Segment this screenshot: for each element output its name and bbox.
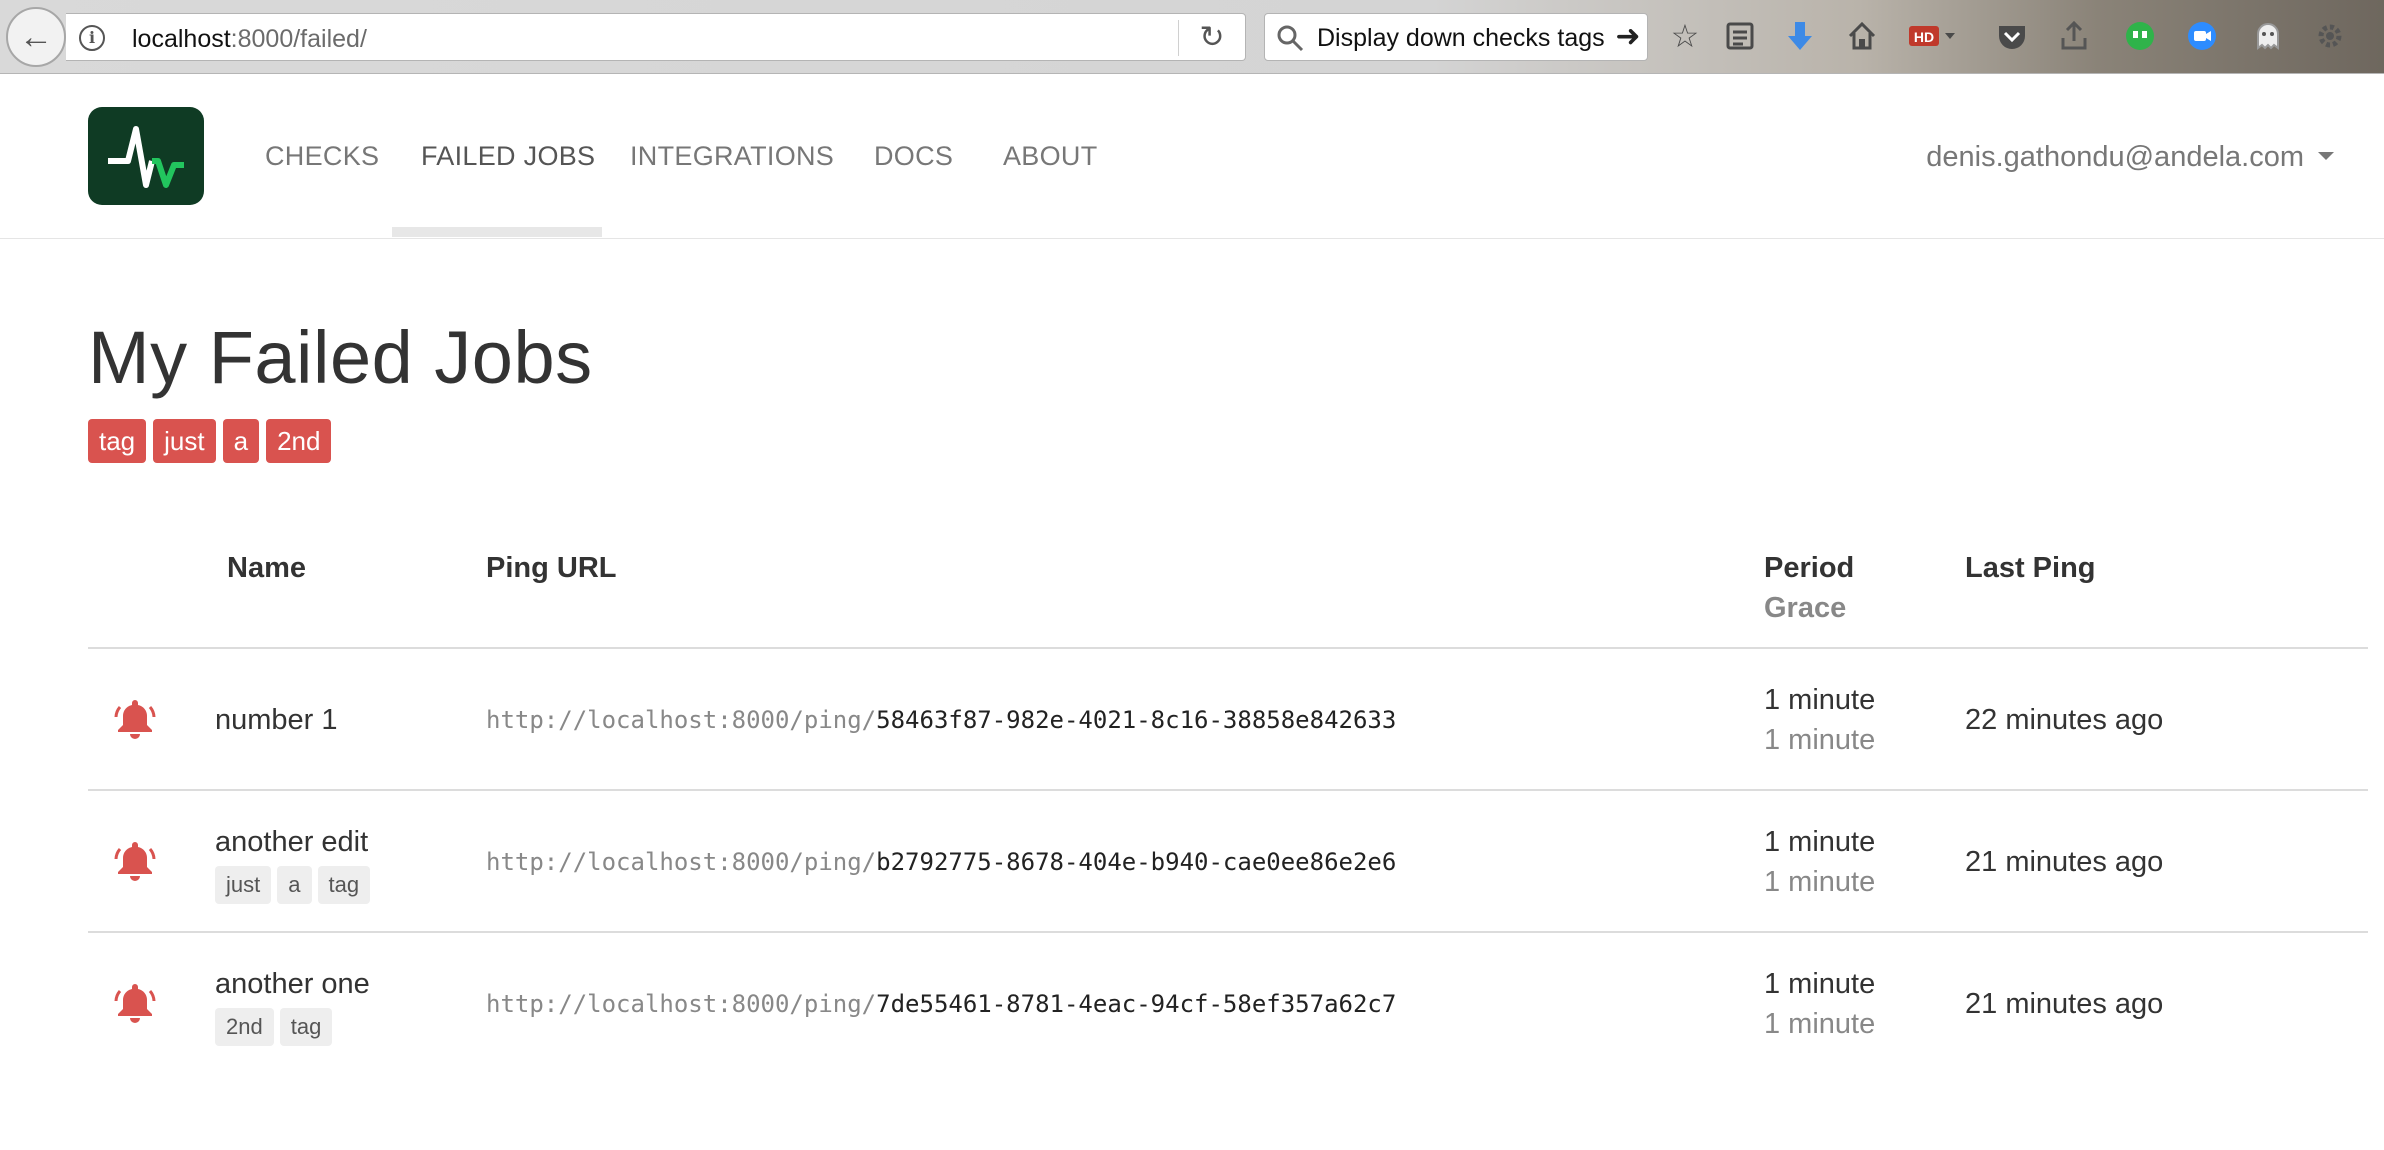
user-email: denis.gathondu@andela.com (1926, 141, 2304, 173)
check-tag: just (215, 866, 272, 904)
table-header-divider (88, 647, 2368, 649)
zoom-icon[interactable] (2180, 14, 2224, 58)
nav-checks[interactable]: CHECKS (265, 141, 379, 172)
column-header-period: Period (1764, 552, 1855, 584)
column-header-ping-url: Ping URL (486, 552, 617, 584)
nav-integrations[interactable]: INTEGRATIONS (630, 141, 834, 172)
page-title: My Failed Jobs (88, 316, 593, 399)
bell-icon (114, 842, 156, 881)
period-value: 1 minute (1764, 968, 1876, 1000)
check-name[interactable]: another edit (215, 826, 368, 859)
browser-toolbar: ← i localhost:8000/failed/ ↻ Display dow… (0, 0, 2384, 74)
column-header-name: Name (227, 552, 306, 584)
period-value: 1 minute (1764, 684, 1876, 716)
tag-filter[interactable]: 2nd (266, 419, 332, 463)
download-icon[interactable] (1778, 14, 1822, 58)
ping-url[interactable]: http://localhost:8000/ping/7de55461-8781… (486, 990, 1396, 1018)
site-info-icon[interactable]: i (79, 25, 105, 51)
address-bar[interactable]: i localhost:8000/failed/ ↻ (66, 13, 1246, 61)
pulse-logo-icon (108, 126, 184, 188)
column-header-last-ping: Last Ping (1965, 552, 2096, 584)
bell-icon (114, 700, 156, 739)
check-name[interactable]: number 1 (215, 704, 338, 737)
table-row[interactable]: another edit just a tag http://localhost… (88, 792, 2368, 932)
nav-active-indicator (392, 227, 602, 237)
reload-icon[interactable]: ↻ (1194, 20, 1230, 56)
user-menu[interactable]: denis.gathondu@andela.com (1926, 141, 2334, 174)
table-row[interactable]: number 1 http://localhost:8000/ping/5846… (88, 650, 2368, 790)
ping-url[interactable]: http://localhost:8000/ping/58463f87-982e… (486, 706, 1396, 734)
table-row[interactable]: another one 2nd tag http://localhost:800… (88, 934, 2368, 1074)
hangouts-icon[interactable] (2118, 14, 2162, 58)
reading-list-icon[interactable] (1718, 14, 1762, 58)
url-separator (1178, 20, 1179, 56)
check-tag: 2nd (215, 1008, 274, 1046)
back-button[interactable]: ← (6, 7, 66, 67)
search-input[interactable]: Display down checks tags (1317, 24, 1617, 53)
ghost-icon[interactable] (2246, 14, 2290, 58)
tag-filter[interactable]: just (153, 419, 216, 463)
grace-value: 1 minute (1764, 1008, 1876, 1040)
share-icon[interactable] (2052, 14, 2096, 58)
last-ping-value: 22 minutes ago (1965, 704, 2164, 736)
bell-icon (114, 984, 156, 1023)
healthchecks-logo[interactable] (88, 107, 204, 205)
tag-filter[interactable]: a (222, 419, 260, 463)
tag-filter[interactable]: tag (88, 419, 147, 463)
nav-docs[interactable]: DOCS (874, 141, 953, 172)
caret-down-icon (2318, 152, 2334, 161)
search-bar[interactable]: Display down checks tags ➜ (1264, 13, 1648, 61)
check-tags: just a tag (215, 866, 371, 904)
search-icon (1277, 25, 1304, 52)
period-value: 1 minute (1764, 826, 1876, 858)
nav-about[interactable]: ABOUT (1003, 141, 1098, 172)
settings-icon[interactable] (2308, 14, 2352, 58)
url-text[interactable]: localhost:8000/failed/ (132, 25, 367, 54)
star-icon[interactable]: ☆ (1663, 14, 1707, 58)
pocket-icon[interactable] (1990, 14, 2034, 58)
check-tag: a (277, 866, 312, 904)
nav-failed-jobs[interactable]: FAILED JOBS (421, 141, 595, 172)
check-tag: tag (279, 1008, 333, 1046)
app-navbar: CHECKS FAILED JOBS INTEGRATIONS DOCS ABO… (0, 75, 2384, 239)
check-name[interactable]: another one (215, 968, 370, 1001)
last-ping-value: 21 minutes ago (1965, 988, 2164, 1020)
svg-text:HD: HD (1914, 29, 1934, 45)
tag-filter-list: tag just a 2nd (88, 419, 332, 463)
grace-value: 1 minute (1764, 724, 1876, 756)
row-divider (88, 789, 2368, 791)
search-go-icon[interactable]: ➜ (1611, 18, 1645, 58)
row-divider (88, 931, 2368, 933)
last-ping-value: 21 minutes ago (1965, 846, 2164, 878)
check-tags: 2nd tag (215, 1008, 333, 1046)
column-header-grace: Grace (1764, 592, 1847, 624)
home-icon[interactable] (1840, 14, 1884, 58)
check-tag: tag (317, 866, 371, 904)
ping-url[interactable]: http://localhost:8000/ping/b2792775-8678… (486, 848, 1396, 876)
grace-value: 1 minute (1764, 866, 1876, 898)
hd-icon[interactable]: HD (1906, 14, 1960, 58)
back-arrow-icon: ← (19, 17, 53, 56)
